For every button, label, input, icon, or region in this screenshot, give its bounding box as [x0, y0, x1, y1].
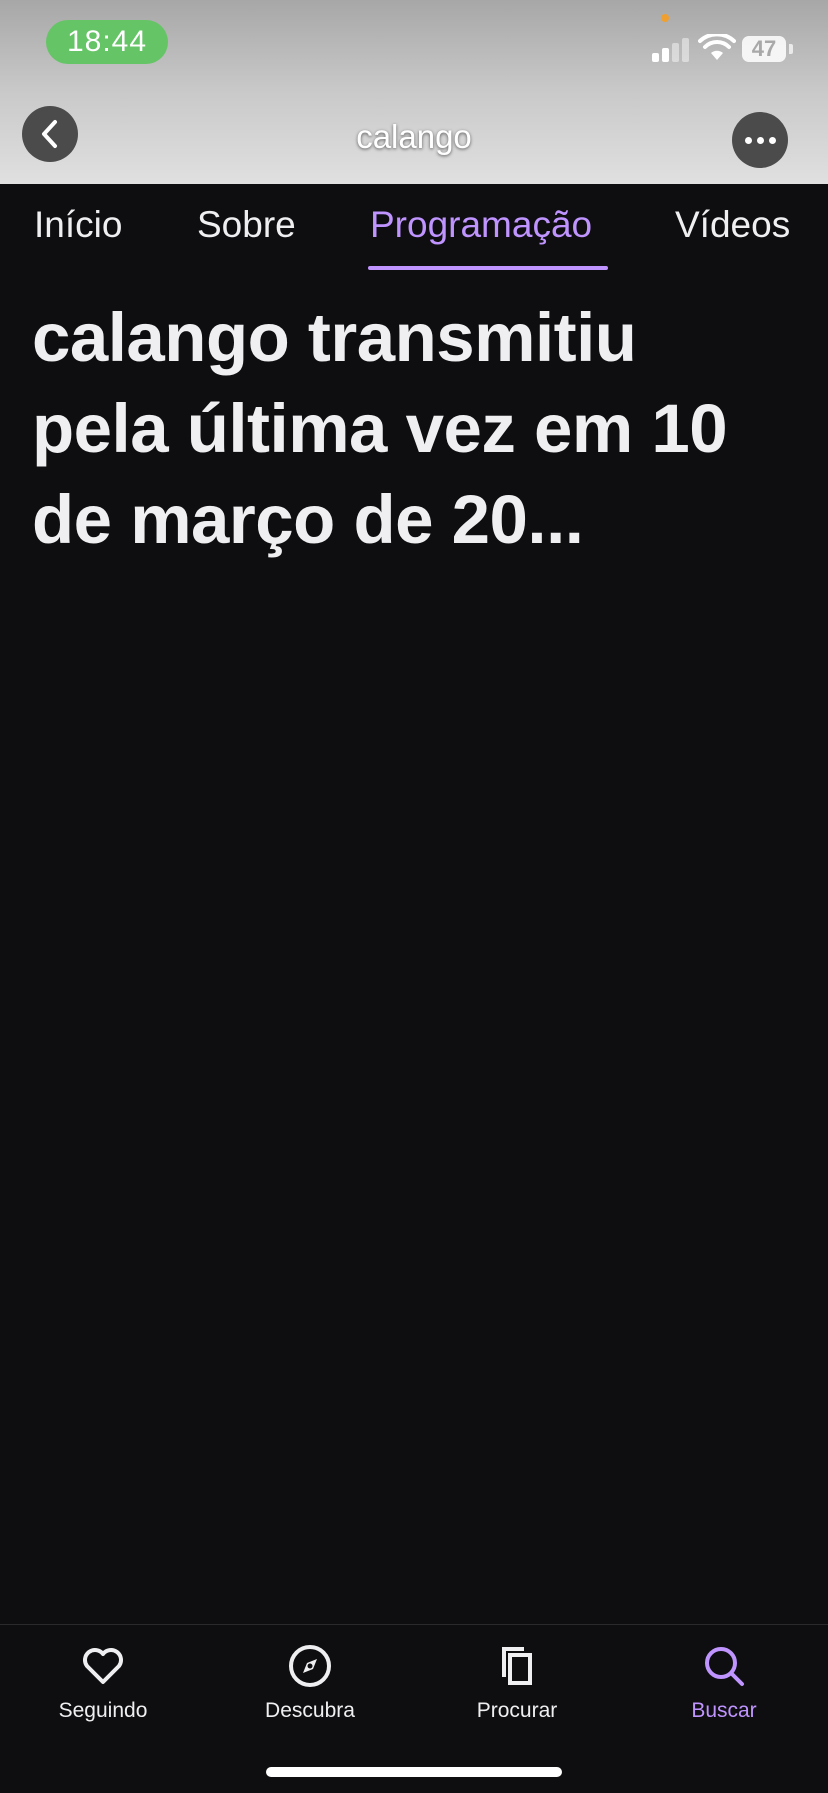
more-options-button[interactable]	[732, 112, 788, 168]
nav-seguindo[interactable]: Seguindo	[13, 1643, 193, 1723]
header-area: 18:44 47 calango	[0, 0, 828, 184]
cellular-signal-icon	[652, 36, 690, 62]
battery-icon: 47	[742, 36, 786, 62]
privacy-indicator-dot	[661, 14, 669, 22]
ellipsis-icon	[744, 136, 752, 144]
compass-icon	[289, 1645, 331, 1687]
battery-cap	[789, 44, 793, 54]
nav-descubra[interactable]: Descubra	[220, 1643, 400, 1723]
nav-label: Seguindo	[58, 1699, 148, 1722]
tab-programacao[interactable]: Programação	[370, 204, 592, 246]
wifi-icon	[698, 34, 736, 60]
heart-icon	[83, 1648, 123, 1684]
nav-label: Buscar	[691, 1699, 757, 1722]
status-time: 18:44	[46, 20, 168, 64]
search-icon	[705, 1647, 744, 1686]
schedule-headline: calango transmitiu pela última vez em 10…	[32, 299, 728, 558]
tab-inicio[interactable]: Início	[34, 204, 122, 246]
nav-label: Descubra	[265, 1699, 355, 1722]
home-indicator[interactable]	[266, 1767, 562, 1777]
copy-icon	[502, 1647, 532, 1685]
tab-sobre[interactable]: Sobre	[197, 204, 296, 246]
nav-buscar[interactable]: Buscar	[634, 1643, 814, 1723]
nav-label: Procurar	[476, 1699, 558, 1722]
nav-procurar[interactable]: Procurar	[427, 1643, 607, 1723]
channel-tabs: Início Sobre Programação Vídeos	[0, 184, 828, 274]
tab-videos[interactable]: Vídeos	[675, 204, 790, 246]
page-title: calango	[356, 118, 472, 155]
active-tab-indicator	[368, 266, 608, 270]
